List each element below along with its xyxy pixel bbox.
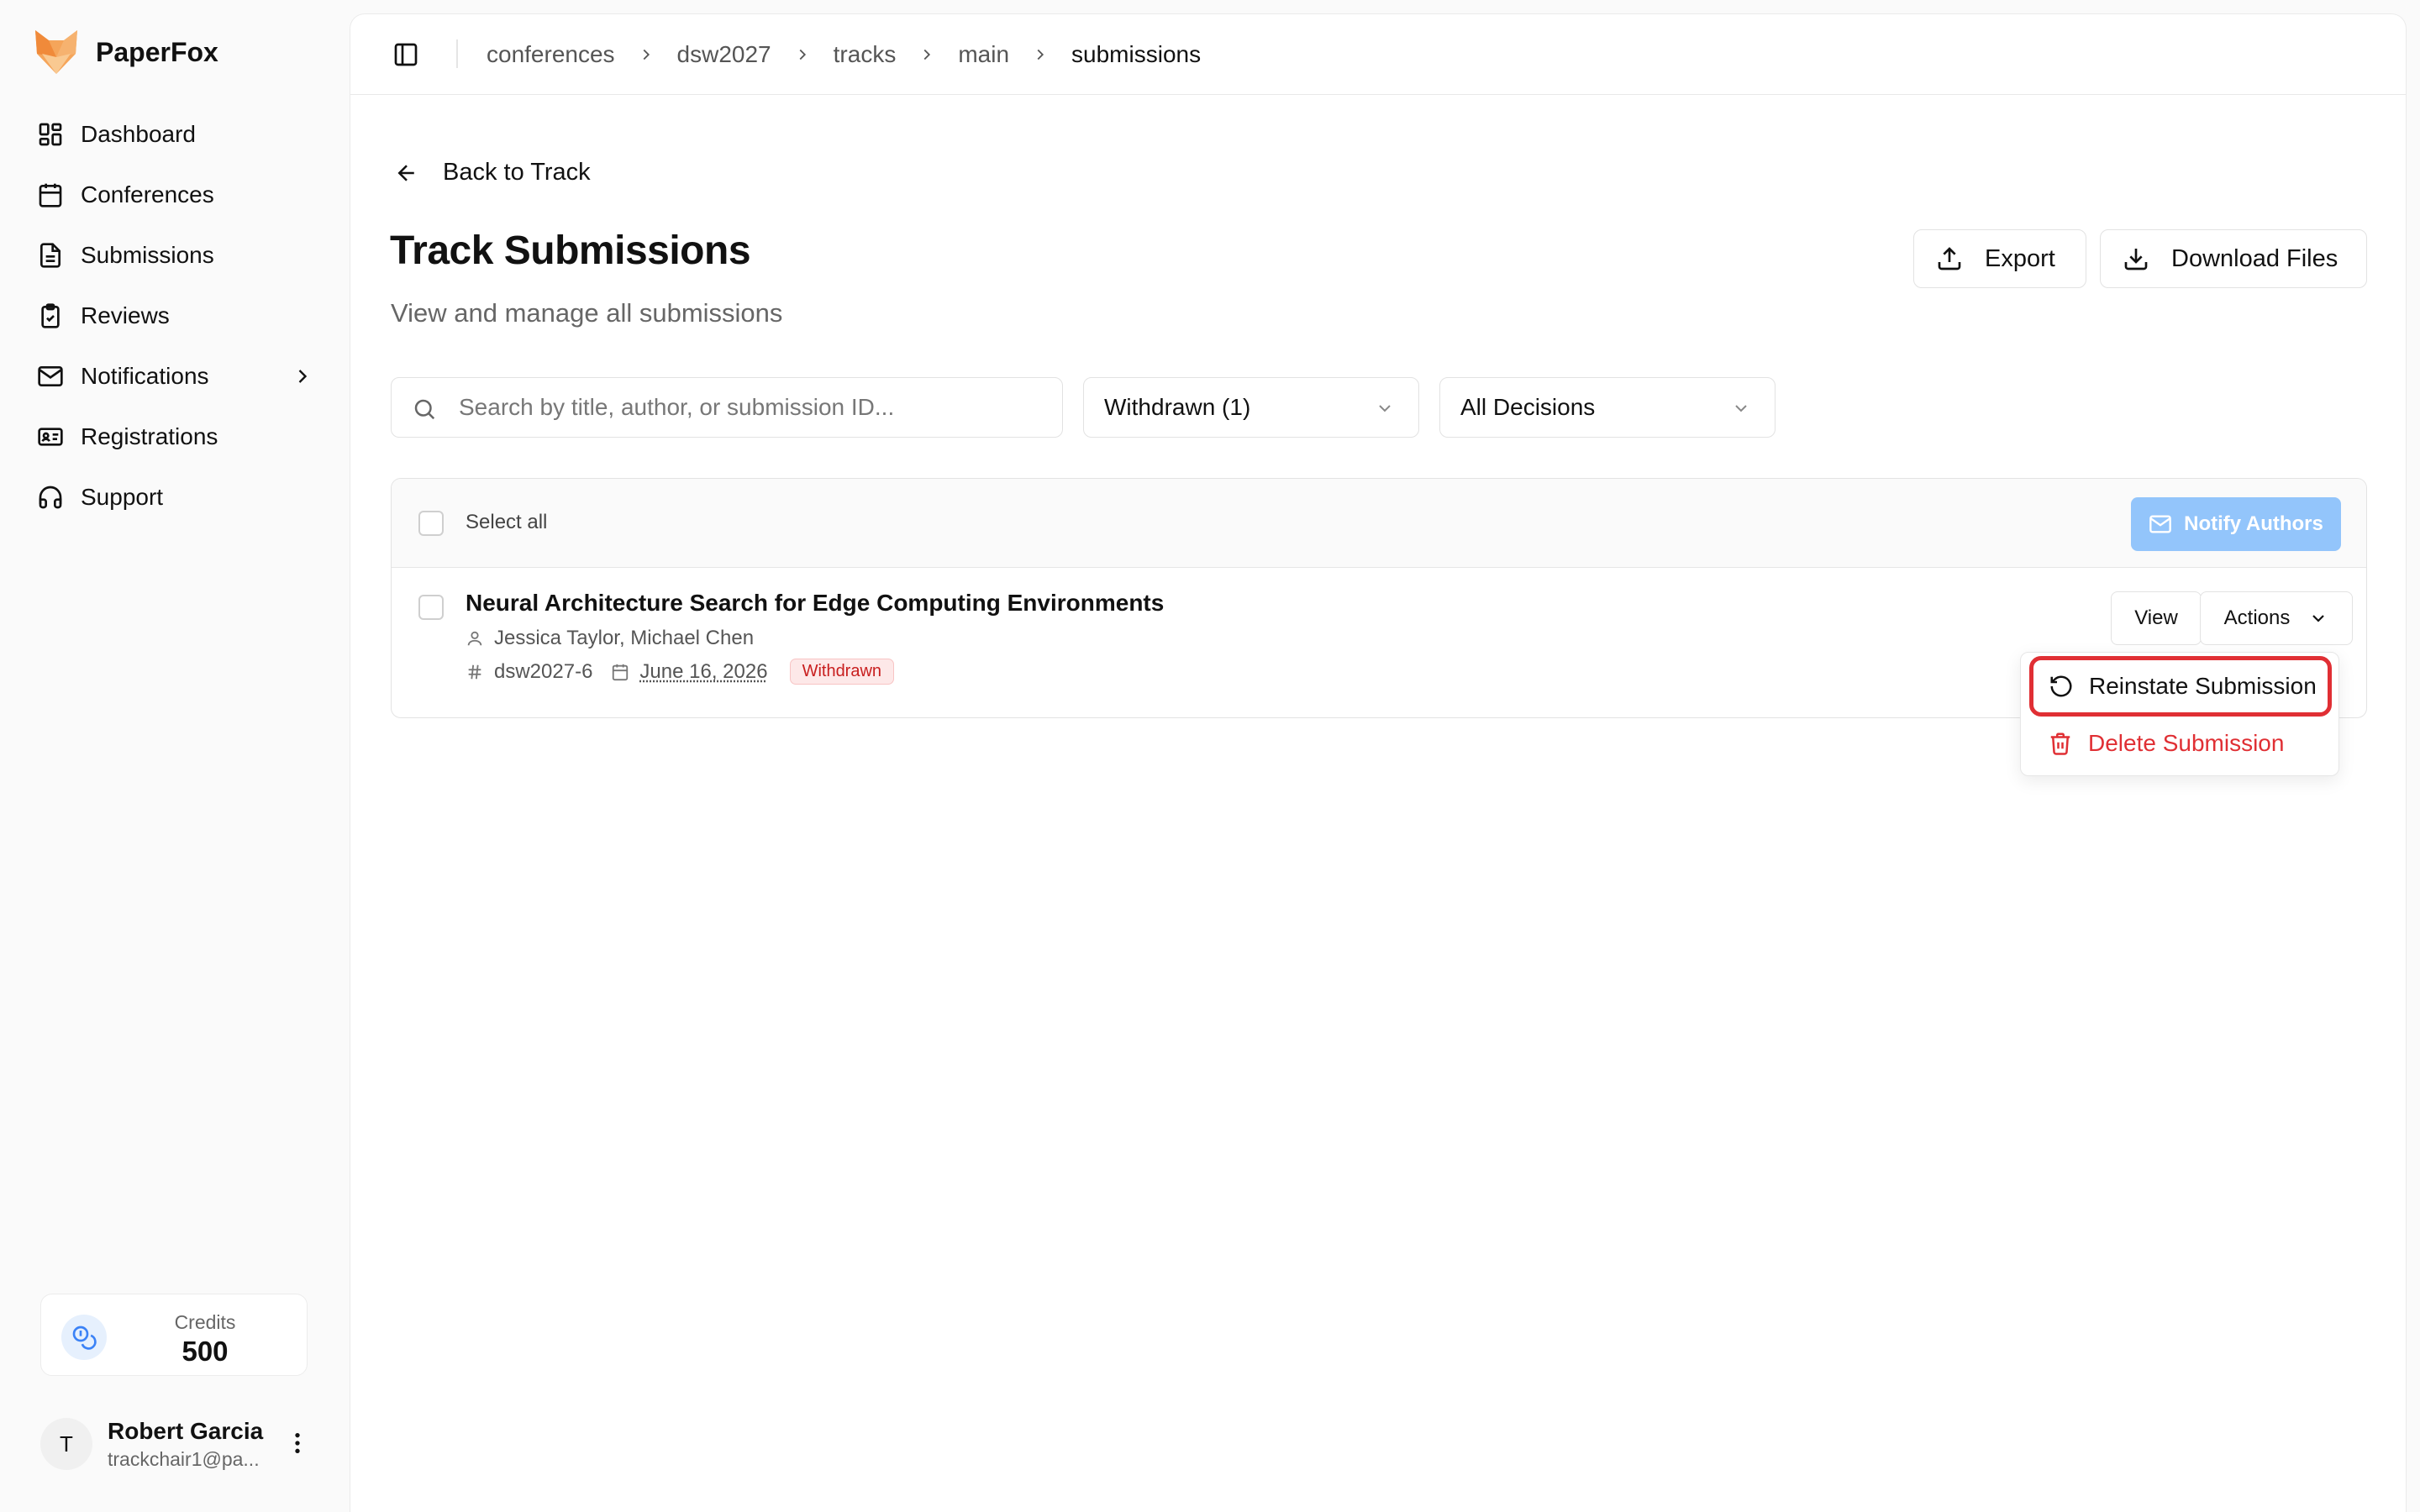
sidebar-item-label: Dashboard: [81, 121, 196, 147]
sidebar: PaperFox Dashboard Conferences Submissio…: [0, 0, 349, 1512]
authors-text: Jessica Taylor, Michael Chen: [494, 627, 755, 649]
reinstate-submission-menu-item[interactable]: Reinstate Submission: [2029, 656, 2332, 717]
delete-submission-menu-item[interactable]: Delete Submission: [2029, 718, 2332, 769]
chevron-down-icon: [1731, 398, 1751, 418]
rotate-ccw-icon: [2049, 674, 2074, 699]
id-card-icon: [37, 423, 64, 450]
select-all-label: Select all: [466, 511, 548, 533]
chevron-right-icon: [918, 45, 936, 64]
status-badge: Withdrawn: [789, 659, 895, 685]
sidebar-item-dashboard[interactable]: Dashboard: [37, 104, 314, 165]
mail-icon: [2149, 512, 2172, 536]
sidebar-item-label: Reviews: [81, 302, 170, 328]
brand-name: PaperFox: [96, 36, 218, 67]
search-box: [391, 377, 1063, 438]
page-subtitle: View and manage all submissions: [391, 298, 783, 328]
sidebar-item-support[interactable]: Support: [37, 467, 314, 528]
sidebar-item-notifications[interactable]: Notifications: [37, 346, 314, 407]
sidebar-item-reviews[interactable]: Reviews: [37, 286, 314, 346]
sidebar-item-registrations[interactable]: Registrations: [37, 407, 314, 467]
actions-label: Actions: [2223, 606, 2291, 629]
download-icon: [2123, 245, 2149, 272]
submission-date: June 16, 2026: [639, 659, 768, 683]
actions-dropdown-menu: Reinstate Submission Delete Submission: [2020, 652, 2339, 776]
download-label: Download Files: [2171, 244, 2338, 272]
submission-authors: Jessica Taylor, Michael Chen: [466, 627, 754, 650]
chevron-right-icon: [1031, 45, 1050, 64]
chevron-right-icon: [793, 45, 812, 64]
row-checkbox[interactable]: [418, 595, 444, 620]
credits-value: 500: [182, 1336, 229, 1367]
chevron-right-icon[interactable]: [291, 365, 314, 388]
breadcrumb-conference[interactable]: dsw2027: [677, 41, 771, 68]
select-all-checkbox[interactable]: [418, 511, 444, 536]
status-filter-select[interactable]: Withdrawn (1): [1083, 377, 1419, 438]
export-button[interactable]: Export: [1913, 229, 2086, 288]
breadcrumb-conferences[interactable]: conferences: [487, 41, 615, 68]
sidebar-item-label: Registrations: [81, 423, 218, 449]
search-input[interactable]: [459, 390, 1039, 425]
back-link-label: Back to Track: [443, 159, 591, 186]
credits-card: Credits 500: [40, 1294, 308, 1376]
user-email: trackchair1@pa...: [108, 1447, 260, 1470]
dashboard-icon: [37, 121, 64, 148]
clipboard-check-icon: [37, 302, 64, 329]
coins-icon: [61, 1315, 107, 1360]
view-label: View: [2134, 606, 2178, 629]
sidebar-item-submissions[interactable]: Submissions: [37, 225, 314, 286]
download-files-button[interactable]: Download Files: [2100, 229, 2367, 288]
document-icon: [37, 242, 64, 269]
sidebar-toggle-icon[interactable]: [392, 41, 419, 68]
headphones-icon: [37, 484, 64, 511]
more-vertical-icon[interactable]: [284, 1430, 311, 1457]
export-label: Export: [1985, 244, 2055, 272]
delete-label: Delete Submission: [2088, 730, 2285, 756]
submission-title[interactable]: Neural Architecture Search for Edge Comp…: [466, 590, 1164, 617]
search-icon: [412, 396, 437, 422]
submission-meta: dsw2027-6 June 16, 2026 Withdrawn: [466, 659, 895, 685]
brand[interactable]: PaperFox: [34, 27, 218, 77]
upload-icon: [1936, 245, 1963, 272]
chevron-down-icon: [1375, 398, 1395, 418]
user-profile[interactable]: T Robert Garcia trackchair1@pa...: [40, 1416, 318, 1472]
sidebar-nav: Dashboard Conferences Submissions Review…: [37, 104, 314, 528]
sidebar-item-conferences[interactable]: Conferences: [37, 165, 314, 225]
sidebar-item-label: Submissions: [81, 242, 214, 268]
arrow-left-icon: [394, 160, 419, 186]
breadcrumb: conferences dsw2027 tracks main submissi…: [487, 38, 1201, 71]
reinstate-label: Reinstate Submission: [2089, 673, 2317, 699]
topbar-divider: [456, 39, 458, 68]
decision-filter-value: All Decisions: [1460, 394, 1596, 420]
trash-icon: [2048, 731, 2073, 756]
list-header: Select all Notify Authors: [392, 479, 2366, 568]
view-button[interactable]: View: [2111, 591, 2202, 645]
notify-authors-label: Notify Authors: [2184, 512, 2323, 535]
actions-button[interactable]: Actions: [2200, 591, 2353, 645]
sidebar-item-label: Conferences: [81, 181, 214, 207]
breadcrumb-tracks[interactable]: tracks: [834, 41, 897, 68]
user-icon: [466, 629, 484, 648]
topbar: conferences dsw2027 tracks main submissi…: [350, 14, 2406, 95]
hash-icon: [466, 663, 484, 681]
chevron-right-icon: [637, 45, 655, 64]
calendar-icon: [611, 663, 629, 681]
breadcrumb-track[interactable]: main: [958, 41, 1009, 68]
sidebar-item-label: Support: [81, 484, 164, 510]
breadcrumb-current: submissions: [1071, 41, 1202, 67]
calendar-icon: [37, 181, 64, 208]
submission-id: dsw2027-6: [494, 659, 593, 683]
sidebar-item-label: Notifications: [81, 363, 209, 389]
fox-logo-icon: [34, 29, 79, 76]
credits-label: Credits: [174, 1311, 236, 1333]
back-to-track-link[interactable]: Back to Track: [394, 159, 591, 186]
mail-icon: [37, 363, 64, 390]
decision-filter-select[interactable]: All Decisions: [1439, 377, 1776, 438]
page-title: Track Submissions: [390, 228, 751, 273]
status-filter-value: Withdrawn (1): [1104, 394, 1251, 420]
notify-authors-button[interactable]: Notify Authors: [2131, 497, 2341, 551]
user-name: Robert Garcia: [108, 1417, 264, 1444]
chevron-down-icon: [2308, 608, 2328, 628]
avatar: T: [40, 1418, 92, 1470]
